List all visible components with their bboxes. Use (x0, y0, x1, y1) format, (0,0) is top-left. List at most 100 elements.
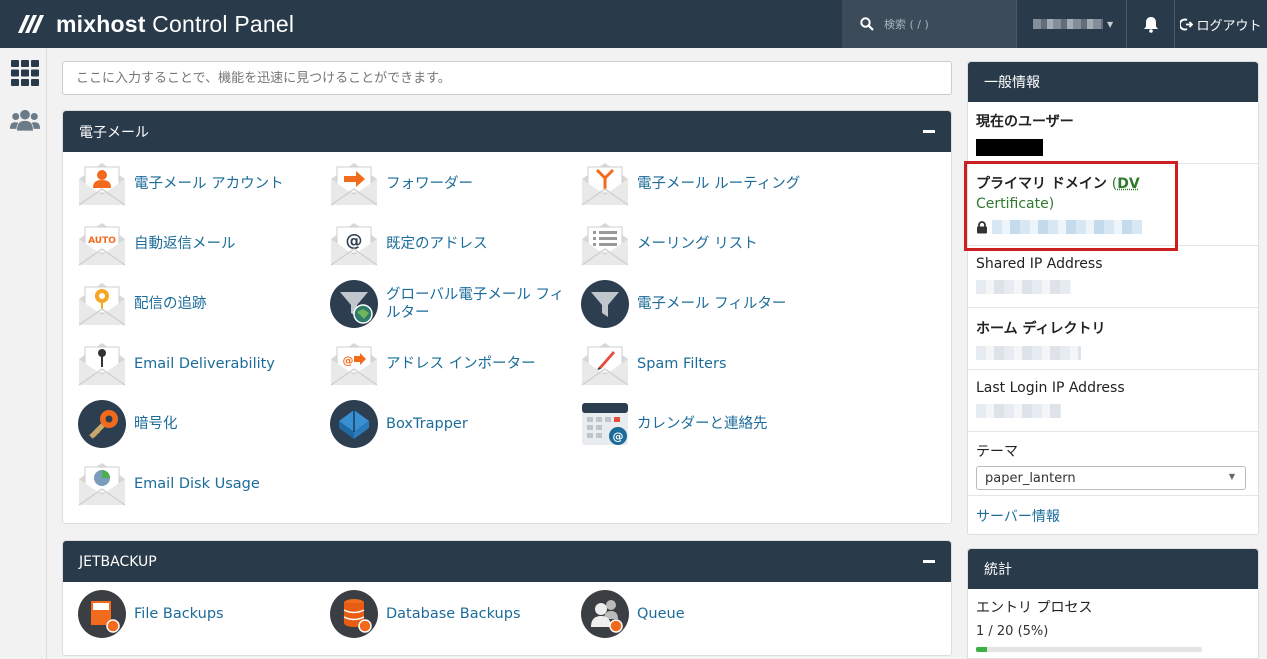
feature-link[interactable]: AUTO 自動返信メール (77, 218, 322, 270)
theme-select[interactable]: paper_lantern ▼ (976, 466, 1246, 490)
feature-label: File Backups (134, 606, 224, 622)
general-info-panel: 一般情報 現在のユーザー プライマリ ドメイン (DV Certificate)… (967, 61, 1259, 535)
address-importer-icon: @ (329, 339, 379, 389)
email-panel-header[interactable]: 電子メール (63, 111, 951, 152)
feature-link[interactable]: 電子メール ルーティング (580, 158, 825, 210)
feature-link[interactable]: Email Deliverability (77, 338, 322, 390)
feature-link[interactable]: Queue (580, 588, 825, 640)
grid-icon (11, 60, 39, 86)
brand-logo-link[interactable]: mixhost Control Panel (16, 8, 294, 40)
feature-label: 既定のアドレス (386, 236, 488, 252)
feature-label: メーリング リスト (637, 236, 758, 252)
feature-link[interactable]: Email Disk Usage (77, 458, 322, 510)
svg-text:@: @ (346, 231, 363, 251)
feature-link[interactable]: @ 既定のアドレス (329, 218, 574, 270)
jetbackup-panel-title: JETBACKUP (79, 553, 157, 570)
logout-button[interactable]: ログアウト (1174, 0, 1267, 48)
autoresponder-icon: AUTO (77, 219, 127, 269)
quick-find-input[interactable] (62, 61, 952, 95)
feature-label: Queue (637, 606, 685, 622)
feature-label: フォワーダー (386, 176, 473, 192)
file-backups-icon (77, 589, 127, 639)
feature-link[interactable]: 暗号化 (77, 398, 322, 450)
feature-label: Email Disk Usage (134, 476, 260, 492)
entry-processes-progress (976, 647, 1202, 652)
email-account-icon (77, 159, 127, 209)
primary-domain-highlight (964, 161, 1178, 251)
username-redacted (1033, 19, 1103, 29)
bell-icon (1143, 16, 1158, 33)
last-login-row: Last Login IP Address (968, 370, 1258, 432)
feature-label: グローバル電子メール フィルター (386, 287, 565, 321)
deliverability-icon (77, 339, 127, 389)
entry-processes-progress-fill (976, 647, 988, 652)
theme-selected-value: paper_lantern (985, 470, 1076, 486)
header-search-placeholder: 検索 ( / ) (884, 18, 929, 31)
calendar-contacts-icon: @ (580, 399, 630, 449)
global-filter-icon (329, 279, 379, 329)
header-search[interactable]: 検索 ( / ) (842, 0, 1016, 48)
queue-icon (580, 589, 630, 639)
search-icon (860, 17, 874, 31)
server-info-link[interactable]: サーバー情報 (976, 506, 1060, 526)
shared-ip-label: Shared IP Address (976, 256, 1103, 272)
feature-link[interactable]: @ アドレス インポーター (329, 338, 574, 390)
feature-label: 自動返信メール (134, 236, 236, 252)
svg-text:@: @ (613, 430, 624, 443)
sidebar-users-button[interactable] (10, 105, 40, 135)
collapse-icon[interactable] (923, 560, 935, 563)
email-routing-icon (580, 159, 630, 209)
jetbackup-panel-header[interactable]: JETBACKUP (63, 541, 951, 582)
feature-label: Email Deliverability (134, 356, 275, 372)
feature-label: 配信の追跡 (134, 296, 207, 312)
logout-icon (1180, 18, 1194, 30)
theme-row: テーマ paper_lantern ▼ (968, 432, 1258, 496)
current-user-row: 現在のユーザー (968, 102, 1258, 164)
home-directory-label: ホーム ディレクトリ (976, 321, 1106, 337)
general-info-header: 一般情報 (968, 62, 1258, 102)
feature-link[interactable]: File Backups (77, 588, 322, 640)
entry-processes-value: 1 / 20 (5%) (976, 624, 1049, 639)
shared-ip-redacted (976, 280, 1071, 294)
forwarder-icon (329, 159, 379, 209)
feature-link[interactable]: @ カレンダーと連絡先 (580, 398, 825, 450)
logout-label: ログアウト (1196, 18, 1262, 34)
email-panel: 電子メール 電子メール アカウント フォワーダー 電子メール ルーティング AUTO 自… (62, 110, 952, 524)
user-menu[interactable]: ▼ (1016, 0, 1126, 48)
home-directory-row: ホーム ディレクトリ (968, 308, 1258, 370)
feature-link[interactable]: 電子メール フィルター (580, 278, 825, 330)
feature-link[interactable]: 電子メール アカウント (77, 158, 322, 210)
users-icon (10, 109, 40, 131)
feature-label: 電子メール ルーティング (637, 176, 801, 192)
stats-panel: 統計 エントリ プロセス 1 / 20 (5%) (967, 548, 1259, 659)
svg-text:AUTO: AUTO (88, 236, 116, 246)
brand-name: mixhost Control Panel (56, 10, 295, 37)
feature-link[interactable]: フォワーダー (329, 158, 574, 210)
feature-link[interactable]: メーリング リスト (580, 218, 825, 270)
disk-usage-icon (77, 459, 127, 509)
stats-header: 統計 (968, 549, 1258, 589)
sidebar-home-button[interactable] (10, 58, 40, 88)
feature-label: カレンダーと連絡先 (637, 416, 768, 432)
caret-down-icon: ▼ (1228, 472, 1235, 481)
sidebar (0, 48, 47, 659)
feature-link[interactable]: BoxTrapper (329, 398, 574, 450)
feature-label: BoxTrapper (386, 416, 468, 432)
feature-label: 電子メール フィルター (637, 296, 787, 312)
notifications-button[interactable] (1126, 0, 1174, 48)
boxtrapper-icon (329, 399, 379, 449)
feature-label: アドレス インポーター (386, 356, 536, 372)
spam-filters-icon (580, 339, 630, 389)
caret-down-icon: ▼ (1107, 19, 1114, 29)
feature-link[interactable]: Database Backups (329, 588, 574, 640)
feature-label: Spam Filters (637, 356, 727, 372)
theme-label: テーマ (976, 444, 1018, 460)
default-address-icon: @ (329, 219, 379, 269)
track-delivery-icon (77, 279, 127, 329)
feature-link[interactable]: Spam Filters (580, 338, 825, 390)
mixhost-logo-icon (18, 15, 44, 33)
current-user-label: 現在のユーザー (976, 114, 1074, 130)
feature-link[interactable]: グローバル電子メール フィルター (329, 278, 574, 330)
collapse-icon[interactable] (923, 130, 935, 133)
feature-link[interactable]: 配信の追跡 (77, 278, 322, 330)
